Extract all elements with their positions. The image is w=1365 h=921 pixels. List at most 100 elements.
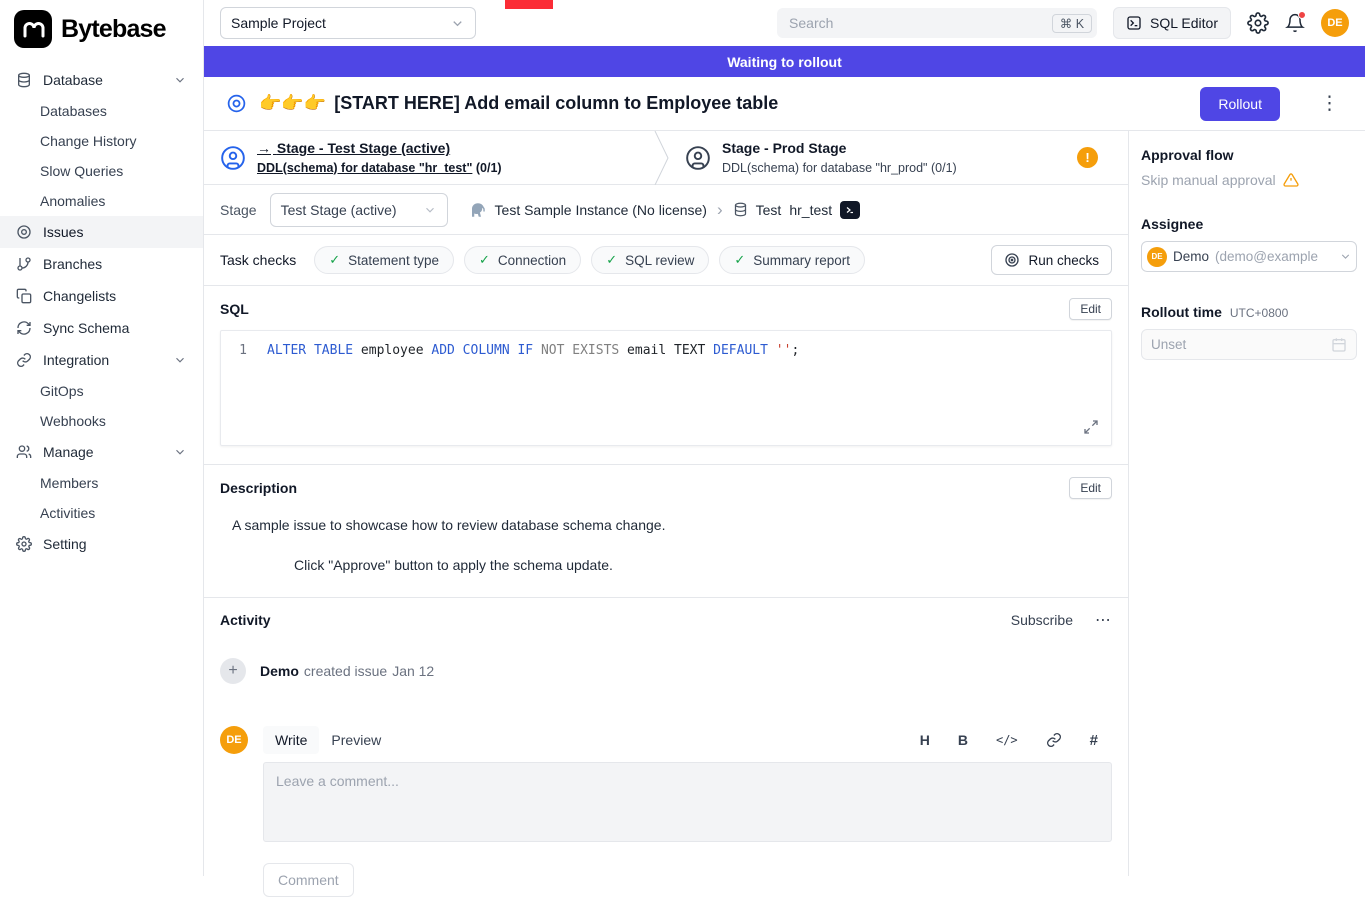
sidebar-item-members[interactable]: Members [0, 468, 203, 498]
sql-token: employee [361, 343, 431, 358]
instance-link[interactable]: Test Sample Instance (No license) [495, 202, 707, 218]
rollout-timezone: UTC+0800 [1230, 306, 1288, 320]
database-cylinder-icon [733, 202, 748, 217]
issue-side-panel: Approval flow Skip manual approval Assig… [1128, 131, 1365, 876]
stage-prod[interactable]: Stage - Prod Stage DDL(schema) for datab… [669, 131, 1128, 184]
link-format-icon[interactable] [1046, 732, 1062, 748]
stage-test[interactable]: → Stage - Test Stage (active) DDL(schema… [204, 131, 654, 184]
check-summary-report[interactable]: ✓ Summary report [719, 246, 865, 274]
sidebar-item-gitops[interactable]: GitOps [0, 376, 203, 406]
sidebar-item-change-history[interactable]: Change History [0, 126, 203, 156]
rollout-time-input[interactable]: Unset [1141, 329, 1357, 360]
breadcrumb-chevron-icon: › [715, 201, 725, 218]
assignee-email: (demo@example [1215, 249, 1333, 264]
sidebar-item-webhooks[interactable]: Webhooks [0, 406, 203, 436]
content-row: → Stage - Test Stage (active) DDL(schema… [204, 131, 1365, 876]
sql-token: IF [517, 343, 540, 358]
heading-format-icon[interactable]: H [920, 732, 930, 748]
comment-textarea[interactable] [263, 762, 1112, 842]
run-checks-button[interactable]: Run checks [991, 245, 1112, 275]
sidebar-item-issues[interactable]: Issues [0, 216, 203, 248]
comment-submit-button[interactable]: Comment [263, 863, 354, 897]
approval-flow-value: Skip manual approval [1141, 172, 1357, 188]
description-line-1: A sample issue to showcase how to review… [232, 517, 1112, 533]
check-statement-type[interactable]: ✓ Statement type [314, 246, 454, 274]
sidebar-item-manage[interactable]: Manage [0, 436, 203, 468]
search-box[interactable]: ⌘ K [777, 8, 1097, 38]
tab-preview[interactable]: Preview [319, 726, 393, 754]
sql-edit-button[interactable]: Edit [1069, 298, 1112, 320]
sidebar-item-anomalies[interactable]: Anomalies [0, 186, 203, 216]
bold-format-icon[interactable]: B [958, 732, 968, 748]
attention-alert-icon: ! [1077, 147, 1098, 168]
stage-separator-chevron [654, 131, 669, 184]
hash-format-icon[interactable]: # [1090, 732, 1098, 749]
check-label: Summary report [753, 253, 850, 268]
sidebar-item-slow-queries[interactable]: Slow Queries [0, 156, 203, 186]
sidebar-item-changelists[interactable]: Changelists [0, 280, 203, 312]
project-select[interactable]: Sample Project [220, 7, 476, 39]
check-sql-review[interactable]: ✓ SQL review [591, 246, 709, 274]
open-in-sql-editor-icon[interactable] [840, 201, 860, 219]
rollout-button[interactable]: Rollout [1200, 87, 1280, 121]
notifications-bell-button[interactable] [1285, 13, 1305, 33]
gear-icon [16, 536, 32, 552]
tab-write[interactable]: Write [263, 726, 319, 754]
activity-date: Jan 12 [392, 663, 434, 679]
expand-editor-icon[interactable] [1081, 417, 1101, 437]
issue-title-text: [START HERE] Add email column to Employe… [334, 93, 778, 114]
search-input[interactable] [787, 14, 1044, 32]
check-pass-icon: ✓ [606, 252, 617, 268]
sql-editor-label: SQL Editor [1150, 15, 1218, 31]
activity-actor: Demo [260, 663, 299, 679]
calendar-icon [1331, 337, 1347, 353]
database-link[interactable]: hr_test [789, 202, 832, 218]
check-connection[interactable]: ✓ Connection [464, 246, 581, 274]
sidebar-item-integration[interactable]: Integration [0, 344, 203, 376]
chevron-down-icon [450, 16, 465, 31]
terminal-icon [1126, 15, 1142, 31]
check-pass-icon: ✓ [329, 252, 340, 268]
sidebar-item-sync-schema[interactable]: Sync Schema [0, 312, 203, 344]
user-avatar[interactable]: DE [1321, 9, 1349, 37]
subscribe-button[interactable]: Subscribe [1011, 612, 1073, 628]
assignee-select[interactable]: DE Demo (demo@example [1141, 241, 1357, 272]
description-edit-button[interactable]: Edit [1069, 477, 1112, 499]
project-select-value: Sample Project [231, 15, 326, 31]
sidebar-item-setting[interactable]: Setting [0, 528, 203, 560]
sidebar-item-database[interactable]: Database [0, 64, 203, 96]
topbar: Sample Project ⌘ K SQL Editor [204, 0, 1365, 46]
sidebar-item-branches[interactable]: Branches [0, 248, 203, 280]
main-column: Sample Project ⌘ K SQL Editor [204, 0, 1365, 876]
sql-editor-button[interactable]: SQL Editor [1113, 7, 1231, 39]
rollout-time-label: Rollout time [1141, 304, 1222, 320]
plus-icon: + [220, 658, 246, 684]
changelist-icon [16, 288, 32, 304]
stage-picker-label: Stage [220, 202, 257, 218]
stage-test-progress: (0/1) [476, 161, 502, 175]
sql-token: NOT EXISTS [541, 343, 627, 358]
stage-test-task-link[interactable]: DDL(schema) for database "hr_test" [257, 161, 472, 175]
activity-action: created issue [304, 663, 387, 679]
activity-entry: + Demo created issue Jan 12 [220, 658, 1112, 684]
sql-token: TEXT [674, 343, 713, 358]
activity-more-icon[interactable]: ⋯ [1095, 610, 1112, 630]
sql-editor[interactable]: 1 ALTER TABLE employee ADD COLUMN IF NOT… [220, 330, 1112, 446]
sidebar-item-databases[interactable]: Databases [0, 96, 203, 126]
sidebar-item-activities[interactable]: Activities [0, 498, 203, 528]
brand-name: Bytebase [61, 15, 166, 44]
code-format-icon[interactable]: </> [996, 733, 1018, 747]
bytebase-logo[interactable]: Bytebase [0, 0, 203, 56]
sidebar-item-label: Changelists [43, 288, 116, 304]
assignee-avatar: DE [1147, 247, 1167, 267]
comment-composer: DE Write Preview H B </> [220, 726, 1112, 897]
line-number: 1 [221, 343, 267, 358]
sql-token: ; [791, 343, 799, 358]
more-options-icon[interactable]: ⋮ [1310, 92, 1349, 115]
check-pass-icon: ✓ [479, 252, 490, 268]
sidebar-item-label: Issues [43, 224, 83, 240]
settings-gear-button[interactable] [1247, 12, 1269, 34]
stage-select-value: Test Stage (active) [281, 202, 397, 218]
check-label: SQL review [625, 253, 694, 268]
stage-select[interactable]: Test Stage (active) [270, 193, 448, 227]
